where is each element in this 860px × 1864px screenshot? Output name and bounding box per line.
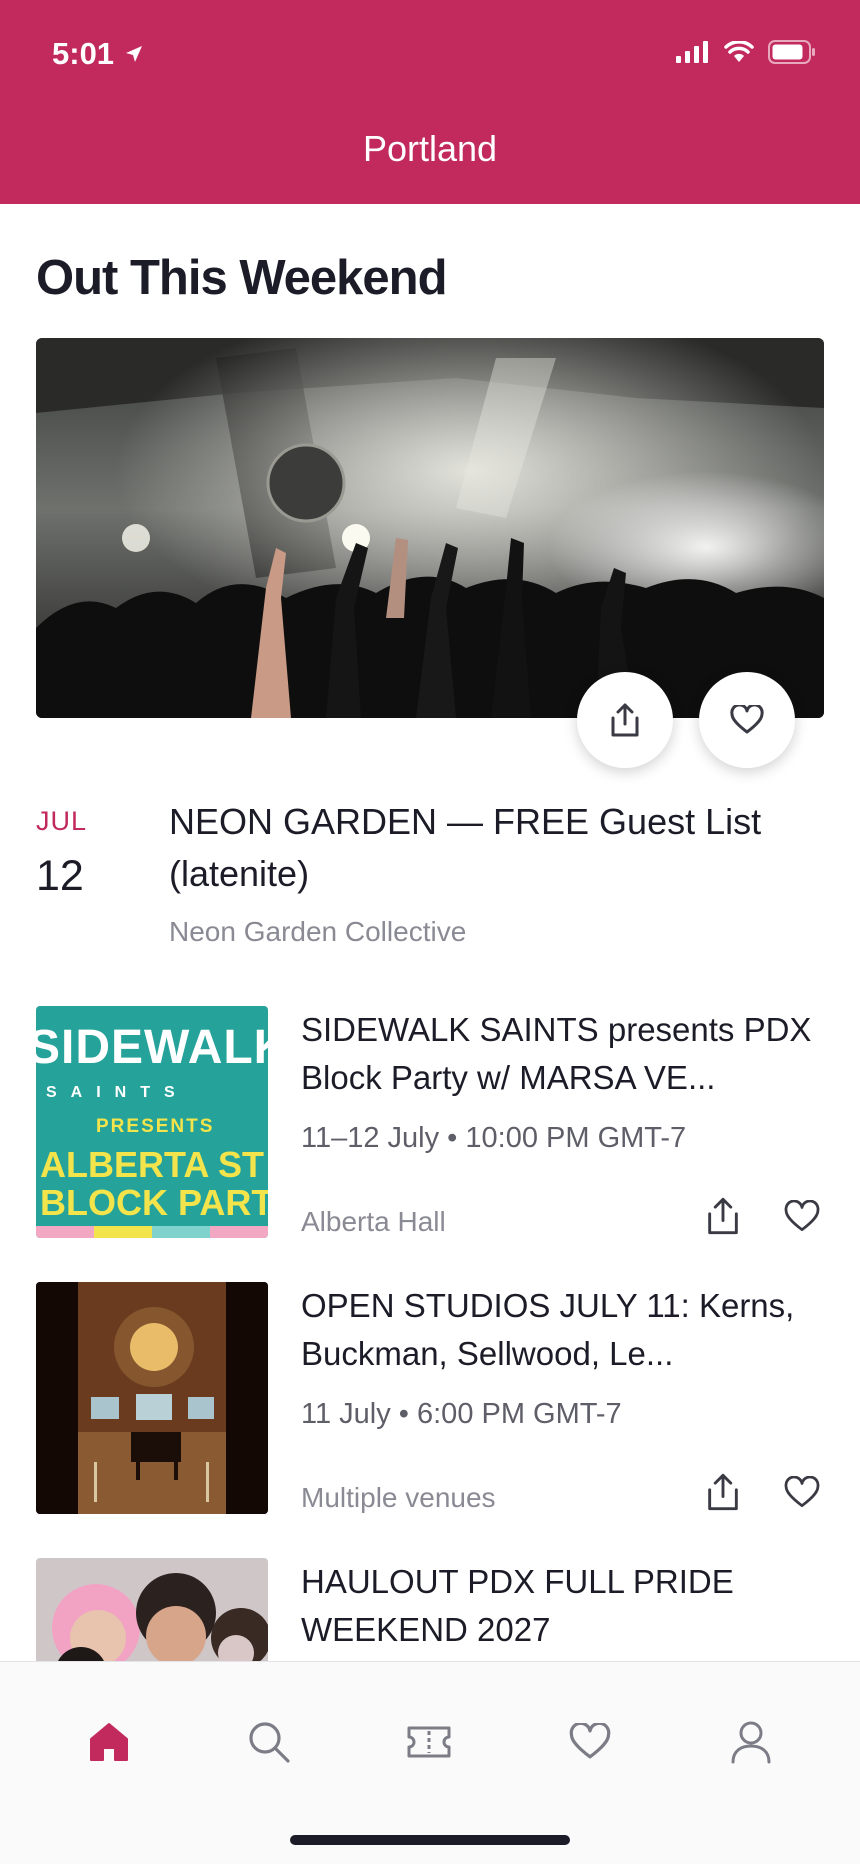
tab-tickets[interactable] [397,1710,461,1774]
app-header: 5:01 Portland [0,0,860,204]
ticket-icon [407,1726,451,1758]
event-thumbnail [36,1282,268,1514]
section-title: Out This Weekend [36,251,448,305]
bottom-tab-bar [0,1661,860,1864]
concert-crowd-image [36,338,824,718]
gallery-photo [36,1282,268,1514]
event-datetime: 11 July • 6:00 PM GMT-7 [301,1398,622,1430]
cellular-signal-icon [676,41,708,63]
event-venue: Multiple venues [301,1482,496,1513]
heart-icon [730,705,764,734]
featured-date-month: JUL [36,806,88,836]
heart-icon [569,1723,611,1759]
event-list-item[interactable]: OPEN STUDIOS JULY 11: Kerns, Buckman, Se… [0,1282,860,1516]
featured-date-day: 12 [36,852,84,900]
poster-text-line: BLOCK PART [40,1182,268,1223]
poster-stripe [210,1226,268,1238]
tab-favorites[interactable] [558,1710,622,1774]
featured-event-title[interactable]: NEON GARDEN — FREE Guest List (latenite) [169,796,809,900]
tab-home[interactable] [77,1710,141,1774]
poster-text-line: ALBERTA ST [40,1144,264,1185]
featured-share-button[interactable] [577,672,673,768]
heart-icon[interactable] [784,1200,820,1234]
status-time: 5:01 [52,36,144,72]
wifi-icon [724,41,754,62]
home-indicator [290,1835,570,1845]
poster-stripe [94,1226,152,1238]
poster-stripe [36,1226,94,1238]
home-icon [90,1723,128,1761]
poster-stripe [152,1226,210,1238]
event-title[interactable]: SIDEWALK SAINTS presents PDX Block Party… [301,1006,821,1102]
battery-icon [768,40,815,64]
person-icon [731,1721,771,1764]
event-thumbnail [36,1558,268,1662]
event-venue: Alberta Hall [301,1206,446,1237]
poster-text: ALBERTA ST BLOCK PART [40,1146,268,1222]
page-title: Portland [362,128,498,169]
tab-search[interactable] [237,1710,301,1774]
share-icon [611,703,639,737]
featured-favorite-button[interactable] [699,672,795,768]
poster-text: SIDEWALK [36,1021,268,1074]
people-photo [36,1558,268,1662]
heart-icon[interactable] [784,1476,820,1510]
status-icons [676,40,816,64]
event-title[interactable]: OPEN STUDIOS JULY 11: Kerns, Buckman, Se… [301,1282,821,1378]
event-list-item[interactable]: SIDEWALK SAINTS PRESENTS ALBERTA ST BLOC… [0,1006,860,1240]
poster-text: PRESENTS [96,1116,215,1137]
tab-profile[interactable] [719,1710,783,1774]
poster-text: SAINTS [46,1084,189,1101]
event-datetime: 11–12 July • 10:00 PM GMT-7 [301,1122,687,1154]
event-thumbnail: SIDEWALK SAINTS PRESENTS ALBERTA ST BLOC… [36,1006,268,1238]
featured-event-image[interactable] [36,338,824,718]
share-icon[interactable] [705,1472,741,1512]
featured-event-organizer: Neon Garden Collective [169,916,467,947]
event-list-item[interactable]: HAULOUT PDX FULL PRIDE WEEKEND 2027 [0,1558,860,1662]
share-icon[interactable] [705,1196,741,1236]
search-icon [249,1722,290,1763]
event-title[interactable]: HAULOUT PDX FULL PRIDE WEEKEND 2027 [301,1558,821,1654]
status-time-text: 5:01 [52,36,115,71]
location-arrow-icon [126,46,143,62]
